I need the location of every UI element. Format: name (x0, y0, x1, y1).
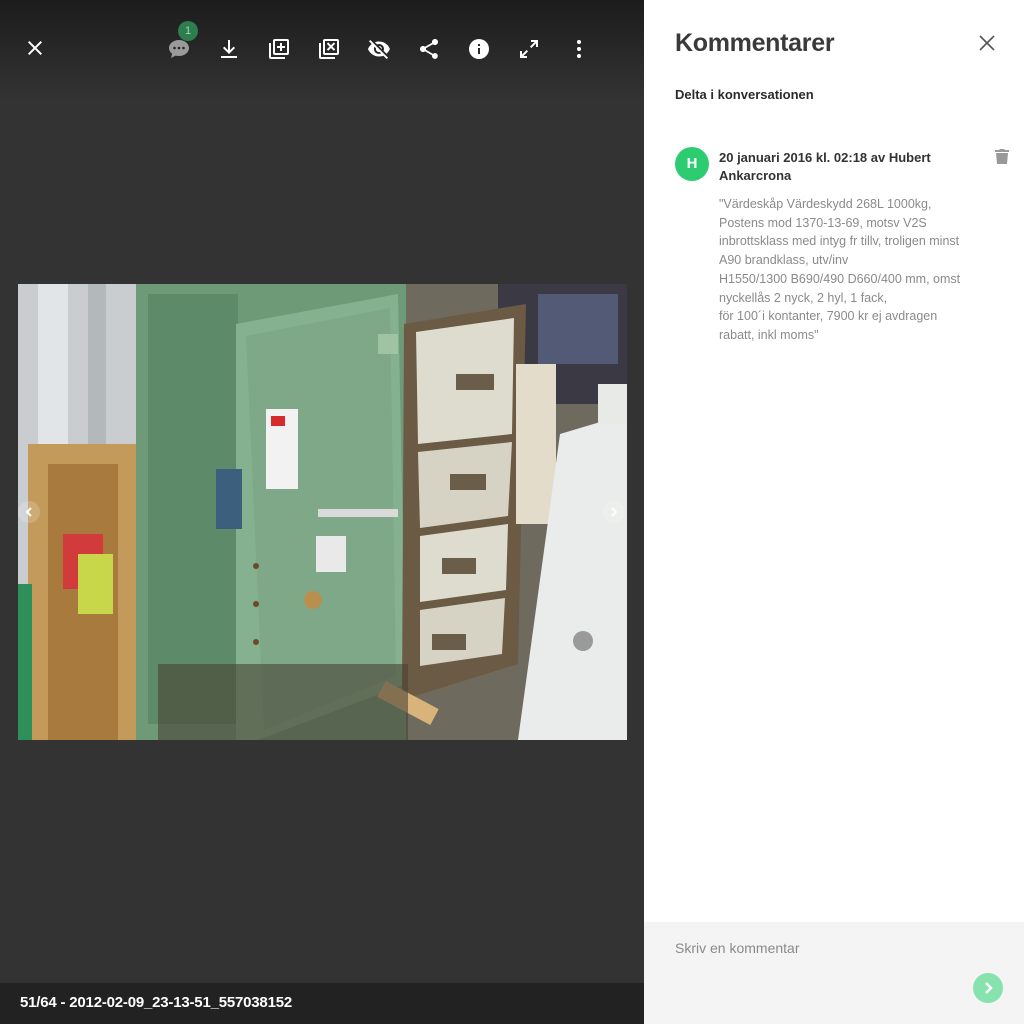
comments-panel: Kommentarer Delta i konversationen H 20 … (644, 0, 1024, 1024)
close-viewer-button[interactable] (17, 30, 53, 66)
photo-viewer: 1 51/64 - 2012-02-09_23-13-51_557038152 (0, 0, 644, 1024)
trash-icon (995, 149, 1009, 164)
delete-comment-button[interactable] (995, 149, 1011, 165)
share-button[interactable] (411, 31, 447, 67)
add-to-album-button[interactable] (261, 31, 297, 67)
more-icon (577, 40, 581, 58)
panel-title: Kommentarer (675, 29, 835, 57)
download-button[interactable] (211, 31, 247, 67)
hide-icon (368, 40, 390, 59)
remove-from-album-button[interactable] (311, 31, 347, 67)
avatar: H (675, 147, 709, 181)
photo-caption: 51/64 - 2012-02-09_23-13-51_557038152 (20, 994, 293, 1011)
hide-button[interactable] (361, 31, 397, 67)
viewer-toolbar: 1 (0, 0, 644, 100)
info-icon (469, 39, 489, 59)
fullscreen-icon (520, 40, 538, 58)
remove-from-album-icon (319, 39, 339, 59)
comment-meta: 20 januari 2016 kl. 02:18 av Hubert Anka… (719, 150, 931, 183)
comments-button[interactable]: 1 (161, 21, 198, 67)
download-icon (221, 40, 237, 58)
fullscreen-button[interactable] (511, 31, 547, 67)
info-button[interactable] (461, 31, 497, 67)
comment-input[interactable] (675, 936, 975, 960)
next-photo-button[interactable] (603, 501, 625, 523)
close-panel-button[interactable] (974, 30, 1000, 56)
close-icon (28, 41, 42, 55)
photo-image (18, 284, 627, 740)
photo[interactable] (18, 284, 627, 740)
chevron-right-icon (985, 982, 993, 994)
send-comment-button[interactable] (973, 973, 1003, 1003)
add-to-album-icon (269, 39, 289, 59)
more-options-button[interactable] (561, 31, 597, 67)
close-icon (979, 35, 995, 51)
panel-subtitle: Delta i konversationen (675, 87, 814, 102)
chevron-left-icon (25, 507, 32, 517)
comment-body: "Värdeskåp Värdeskydd 268L 1000kg, Poste… (719, 197, 961, 342)
caption-bar: 51/64 - 2012-02-09_23-13-51_557038152 (0, 983, 644, 1024)
chevron-right-icon (611, 507, 618, 517)
comment-input-area (644, 922, 1024, 1024)
previous-photo-button[interactable] (18, 501, 40, 523)
comment-count-badge: 1 (178, 21, 198, 41)
share-icon (420, 39, 438, 59)
